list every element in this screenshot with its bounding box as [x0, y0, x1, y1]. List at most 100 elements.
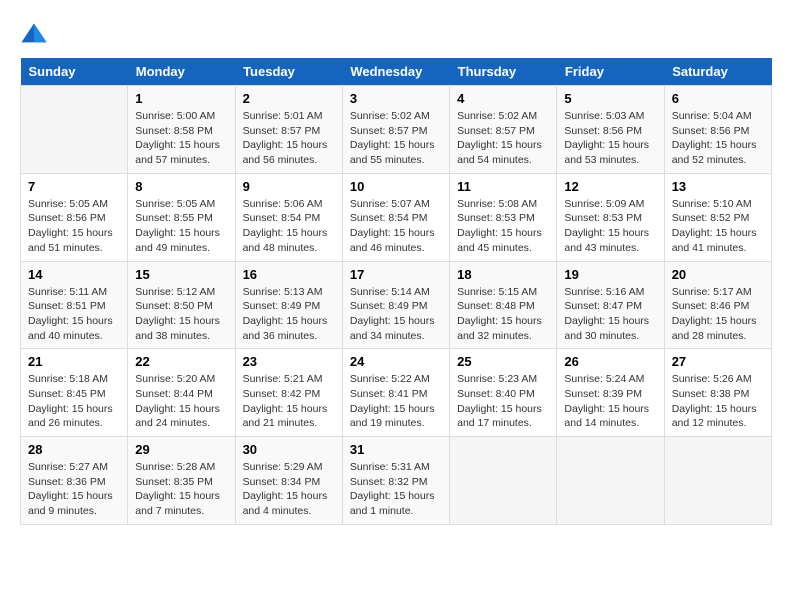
header-day-friday: Friday	[557, 58, 664, 86]
calendar-cell: 26 Sunrise: 5:24 AM Sunset: 8:39 PM Dayli…	[557, 349, 664, 437]
day-number: 20	[672, 267, 764, 282]
calendar-cell: 30 Sunrise: 5:29 AM Sunset: 8:34 PM Dayli…	[235, 437, 342, 525]
header-day-tuesday: Tuesday	[235, 58, 342, 86]
day-number: 9	[243, 179, 335, 194]
calendar-cell: 5 Sunrise: 5:03 AM Sunset: 8:56 PM Daylig…	[557, 86, 664, 174]
day-info: Sunrise: 5:21 AM Sunset: 8:42 PM Dayligh…	[243, 372, 335, 431]
day-info: Sunrise: 5:23 AM Sunset: 8:40 PM Dayligh…	[457, 372, 549, 431]
day-info: Sunrise: 5:03 AM Sunset: 8:56 PM Dayligh…	[564, 109, 656, 168]
calendar-body: 1 Sunrise: 5:00 AM Sunset: 8:58 PM Daylig…	[21, 86, 772, 525]
day-info: Sunrise: 5:04 AM Sunset: 8:56 PM Dayligh…	[672, 109, 764, 168]
day-number: 7	[28, 179, 120, 194]
calendar-cell: 13 Sunrise: 5:10 AM Sunset: 8:52 PM Dayli…	[664, 173, 771, 261]
calendar-cell: 20 Sunrise: 5:17 AM Sunset: 8:46 PM Dayli…	[664, 261, 771, 349]
day-info: Sunrise: 5:09 AM Sunset: 8:53 PM Dayligh…	[564, 197, 656, 256]
day-number: 16	[243, 267, 335, 282]
header-day-monday: Monday	[128, 58, 235, 86]
calendar-cell: 7 Sunrise: 5:05 AM Sunset: 8:56 PM Daylig…	[21, 173, 128, 261]
calendar-cell: 2 Sunrise: 5:01 AM Sunset: 8:57 PM Daylig…	[235, 86, 342, 174]
day-number: 5	[564, 91, 656, 106]
day-number: 27	[672, 354, 764, 369]
day-number: 8	[135, 179, 227, 194]
day-info: Sunrise: 5:11 AM Sunset: 8:51 PM Dayligh…	[28, 285, 120, 344]
calendar-cell: 29 Sunrise: 5:28 AM Sunset: 8:35 PM Dayli…	[128, 437, 235, 525]
calendar-cell: 14 Sunrise: 5:11 AM Sunset: 8:51 PM Dayli…	[21, 261, 128, 349]
calendar-cell: 22 Sunrise: 5:20 AM Sunset: 8:44 PM Dayli…	[128, 349, 235, 437]
day-number: 1	[135, 91, 227, 106]
day-info: Sunrise: 5:14 AM Sunset: 8:49 PM Dayligh…	[350, 285, 442, 344]
day-number: 15	[135, 267, 227, 282]
day-info: Sunrise: 5:01 AM Sunset: 8:57 PM Dayligh…	[243, 109, 335, 168]
week-row-1: 7 Sunrise: 5:05 AM Sunset: 8:56 PM Daylig…	[21, 173, 772, 261]
day-info: Sunrise: 5:16 AM Sunset: 8:47 PM Dayligh…	[564, 285, 656, 344]
day-number: 12	[564, 179, 656, 194]
calendar-table: SundayMondayTuesdayWednesdayThursdayFrid…	[20, 58, 772, 525]
day-info: Sunrise: 5:08 AM Sunset: 8:53 PM Dayligh…	[457, 197, 549, 256]
calendar-cell: 15 Sunrise: 5:12 AM Sunset: 8:50 PM Dayli…	[128, 261, 235, 349]
day-number: 26	[564, 354, 656, 369]
day-info: Sunrise: 5:00 AM Sunset: 8:58 PM Dayligh…	[135, 109, 227, 168]
calendar-cell: 18Sunrise: 5:15 AM Sunset: 8:48 PM Dayli…	[450, 261, 557, 349]
day-info: Sunrise: 5:24 AM Sunset: 8:39 PM Dayligh…	[564, 372, 656, 431]
day-number: 25	[457, 354, 549, 369]
day-info: Sunrise: 5:05 AM Sunset: 8:56 PM Dayligh…	[28, 197, 120, 256]
week-row-0: 1 Sunrise: 5:00 AM Sunset: 8:58 PM Daylig…	[21, 86, 772, 174]
week-row-3: 21Sunrise: 5:18 AM Sunset: 8:45 PM Dayli…	[21, 349, 772, 437]
calendar-cell: 24 Sunrise: 5:22 AM Sunset: 8:41 PM Dayli…	[342, 349, 449, 437]
calendar-cell: 10 Sunrise: 5:07 AM Sunset: 8:54 PM Dayli…	[342, 173, 449, 261]
day-info: Sunrise: 5:13 AM Sunset: 8:49 PM Dayligh…	[243, 285, 335, 344]
day-number: 6	[672, 91, 764, 106]
day-number: 30	[243, 442, 335, 457]
day-info: Sunrise: 5:31 AM Sunset: 8:32 PM Dayligh…	[350, 460, 442, 519]
calendar-cell: 23 Sunrise: 5:21 AM Sunset: 8:42 PM Dayli…	[235, 349, 342, 437]
day-info: Sunrise: 5:02 AM Sunset: 8:57 PM Dayligh…	[350, 109, 442, 168]
day-number: 14	[28, 267, 120, 282]
day-info: Sunrise: 5:20 AM Sunset: 8:44 PM Dayligh…	[135, 372, 227, 431]
day-number: 24	[350, 354, 442, 369]
day-info: Sunrise: 5:27 AM Sunset: 8:36 PM Dayligh…	[28, 460, 120, 519]
day-number: 31	[350, 442, 442, 457]
header-row: SundayMondayTuesdayWednesdayThursdayFrid…	[21, 58, 772, 86]
calendar-cell: 8 Sunrise: 5:05 AM Sunset: 8:55 PM Daylig…	[128, 173, 235, 261]
calendar-cell: 21Sunrise: 5:18 AM Sunset: 8:45 PM Dayli…	[21, 349, 128, 437]
day-info: Sunrise: 5:17 AM Sunset: 8:46 PM Dayligh…	[672, 285, 764, 344]
day-number: 23	[243, 354, 335, 369]
day-number: 10	[350, 179, 442, 194]
calendar-cell	[450, 437, 557, 525]
logo-icon	[20, 20, 48, 48]
day-info: Sunrise: 5:26 AM Sunset: 8:38 PM Dayligh…	[672, 372, 764, 431]
calendar-cell	[21, 86, 128, 174]
header-day-wednesday: Wednesday	[342, 58, 449, 86]
day-number: 13	[672, 179, 764, 194]
calendar-cell: 9Sunrise: 5:06 AM Sunset: 8:54 PM Daylig…	[235, 173, 342, 261]
calendar-cell	[664, 437, 771, 525]
day-info: Sunrise: 5:28 AM Sunset: 8:35 PM Dayligh…	[135, 460, 227, 519]
header-day-sunday: Sunday	[21, 58, 128, 86]
calendar-cell: 25 Sunrise: 5:23 AM Sunset: 8:40 PM Dayli…	[450, 349, 557, 437]
day-number: 29	[135, 442, 227, 457]
day-info: Sunrise: 5:12 AM Sunset: 8:50 PM Dayligh…	[135, 285, 227, 344]
day-info: Sunrise: 5:10 AM Sunset: 8:52 PM Dayligh…	[672, 197, 764, 256]
day-info: Sunrise: 5:05 AM Sunset: 8:55 PM Dayligh…	[135, 197, 227, 256]
calendar-cell: 28 Sunrise: 5:27 AM Sunset: 8:36 PM Dayli…	[21, 437, 128, 525]
day-number: 11	[457, 179, 549, 194]
day-number: 21	[28, 354, 120, 369]
calendar-cell: 19Sunrise: 5:16 AM Sunset: 8:47 PM Dayli…	[557, 261, 664, 349]
day-info: Sunrise: 5:22 AM Sunset: 8:41 PM Dayligh…	[350, 372, 442, 431]
calendar-cell: 17Sunrise: 5:14 AM Sunset: 8:49 PM Dayli…	[342, 261, 449, 349]
day-number: 2	[243, 91, 335, 106]
calendar-cell: 1 Sunrise: 5:00 AM Sunset: 8:58 PM Daylig…	[128, 86, 235, 174]
week-row-2: 14 Sunrise: 5:11 AM Sunset: 8:51 PM Dayli…	[21, 261, 772, 349]
day-info: Sunrise: 5:29 AM Sunset: 8:34 PM Dayligh…	[243, 460, 335, 519]
day-number: 22	[135, 354, 227, 369]
week-row-4: 28 Sunrise: 5:27 AM Sunset: 8:36 PM Dayli…	[21, 437, 772, 525]
calendar-cell: 12 Sunrise: 5:09 AM Sunset: 8:53 PM Dayli…	[557, 173, 664, 261]
calendar-cell: 16 Sunrise: 5:13 AM Sunset: 8:49 PM Dayli…	[235, 261, 342, 349]
calendar-cell: 6 Sunrise: 5:04 AM Sunset: 8:56 PM Daylig…	[664, 86, 771, 174]
day-number: 4	[457, 91, 549, 106]
day-number: 28	[28, 442, 120, 457]
day-info: Sunrise: 5:07 AM Sunset: 8:54 PM Dayligh…	[350, 197, 442, 256]
calendar-cell: 11 Sunrise: 5:08 AM Sunset: 8:53 PM Dayli…	[450, 173, 557, 261]
calendar-cell: 3Sunrise: 5:02 AM Sunset: 8:57 PM Daylig…	[342, 86, 449, 174]
header-day-saturday: Saturday	[664, 58, 771, 86]
